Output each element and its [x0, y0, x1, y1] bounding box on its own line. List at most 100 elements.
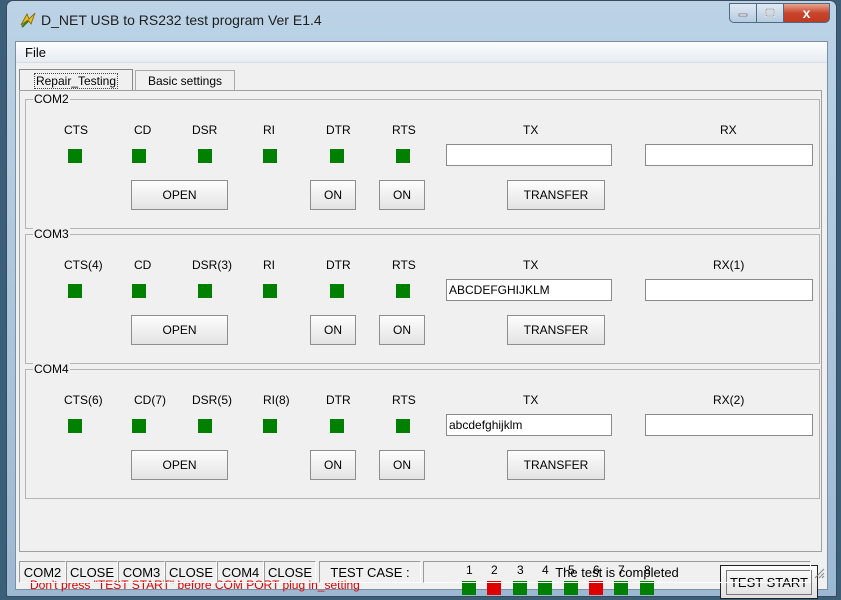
- minimize-button[interactable]: [729, 3, 757, 23]
- signal-label: DTR: [326, 123, 351, 137]
- tab-basic-settings-label: Basic settings: [147, 73, 223, 88]
- signal-label: DTR: [326, 258, 351, 272]
- test-led: [513, 581, 527, 595]
- test-led: [462, 581, 476, 595]
- status-led: [198, 284, 212, 298]
- com-group-1: COM2 CTS CD DSR RI DTR RTS TX RX OPEN ON ON TRANSFER: [25, 92, 820, 229]
- status-led: [263, 284, 277, 298]
- rx-label: RX(1): [713, 258, 745, 272]
- tab-basic-settings[interactable]: Basic settings: [135, 70, 235, 90]
- test-led: [589, 581, 603, 595]
- status-led: [132, 419, 146, 433]
- status-led: [330, 149, 344, 163]
- transfer-button[interactable]: TRANSFER: [507, 180, 605, 210]
- tab-repair-testing-label: Repair_Testing: [33, 72, 119, 89]
- signal-label: RTS: [392, 258, 416, 272]
- com-group-3: COM4 CTS(6) CD(7) DSR(5) RI(8) DTR RTS TX RX(2) a…: [25, 362, 820, 499]
- status-bar: COM2 CLOSE COM3 CLOSE COM4 CLOSE TEST CA…: [19, 561, 826, 583]
- dtr-on-button[interactable]: ON: [310, 180, 356, 210]
- test-led: [640, 581, 654, 595]
- resize-grip-icon[interactable]: [813, 567, 825, 579]
- tx-field[interactable]: abcdefghijklm: [446, 414, 612, 436]
- open-button[interactable]: OPEN: [131, 450, 228, 480]
- tx-label: TX: [523, 123, 539, 137]
- signal-label: DSR: [192, 123, 218, 137]
- signal-label: DSR(5): [192, 393, 233, 407]
- status-led: [198, 149, 212, 163]
- transfer-button[interactable]: TRANSFER: [507, 315, 605, 345]
- rx-label: RX: [720, 123, 737, 137]
- signal-label: RI(8): [263, 393, 290, 407]
- rts-on-button[interactable]: ON: [379, 450, 425, 480]
- window-title: D_NET USB to RS232 test program Ver E1.4: [41, 12, 322, 28]
- open-button[interactable]: OPEN: [131, 180, 228, 210]
- tx-label: TX: [523, 393, 539, 407]
- group-title: COM4: [33, 362, 70, 376]
- status-com4: COM4: [217, 561, 264, 583]
- signal-label: RTS: [392, 393, 416, 407]
- test-led: [487, 581, 501, 595]
- status-led: [132, 149, 146, 163]
- signal-label: CD(7): [134, 393, 166, 407]
- dtr-on-button[interactable]: ON: [310, 315, 356, 345]
- maximize-icon: [765, 8, 775, 17]
- status-led: [330, 284, 344, 298]
- transfer-button[interactable]: TRANSFER: [507, 450, 605, 480]
- menu-file[interactable]: File: [25, 45, 46, 60]
- status-com2: COM2: [19, 561, 66, 583]
- status-led: [68, 419, 82, 433]
- signal-label: DTR: [326, 393, 351, 407]
- rx-field[interactable]: [645, 144, 813, 166]
- signal-label: CD: [134, 258, 152, 272]
- signal-label: DSR(3): [192, 258, 233, 272]
- rx-label: RX(2): [713, 393, 745, 407]
- status-com3-state: CLOSE: [165, 561, 217, 583]
- group-title: COM3: [33, 227, 70, 241]
- open-button[interactable]: OPEN: [131, 315, 228, 345]
- maximize-button[interactable]: [757, 3, 784, 23]
- status-led: [396, 419, 410, 433]
- tx-label: TX: [523, 258, 539, 272]
- status-led: [132, 284, 146, 298]
- tx-field[interactable]: ABCDEFGHIJKLM: [446, 279, 612, 301]
- status-com2-state: CLOSE: [66, 561, 118, 583]
- rts-on-button[interactable]: ON: [379, 315, 425, 345]
- dtr-on-button[interactable]: ON: [310, 450, 356, 480]
- tab-repair-testing[interactable]: Repair_Testing: [19, 69, 133, 91]
- status-com3: COM3: [118, 561, 165, 583]
- signal-label: RTS: [392, 123, 416, 137]
- status-led: [396, 149, 410, 163]
- close-icon: x: [802, 5, 811, 21]
- rts-on-button[interactable]: ON: [379, 180, 425, 210]
- test-led: [538, 581, 552, 595]
- status-com4-state: CLOSE: [264, 561, 316, 583]
- signal-label: CD: [134, 123, 152, 137]
- tab-panel: COM2 CTS CD DSR RI DTR RTS TX RX OPEN ON ON TRANSFER…: [19, 90, 822, 599]
- group-title: COM2: [33, 92, 70, 106]
- status-message: The test is completed: [423, 561, 811, 583]
- minimize-icon: [738, 13, 748, 17]
- test-led: [564, 581, 578, 595]
- signal-label: RI: [263, 258, 275, 272]
- client-area: File Repair_Testing Basic settings COM2 C…: [15, 41, 828, 599]
- rx-field[interactable]: [645, 279, 813, 301]
- signal-label: CTS(4): [64, 258, 103, 272]
- status-led: [263, 419, 277, 433]
- signal-label: CTS: [64, 123, 88, 137]
- status-led: [68, 284, 82, 298]
- app-icon: [20, 12, 36, 28]
- status-test-case-label: TEST CASE :: [319, 561, 421, 583]
- title-bar[interactable]: D_NET USB to RS232 test program Ver E1.4…: [7, 1, 836, 39]
- rx-field[interactable]: [645, 414, 813, 436]
- signal-label: RI: [263, 123, 275, 137]
- signal-label: CTS(6): [64, 393, 103, 407]
- status-led: [330, 419, 344, 433]
- menu-bar: File: [16, 42, 827, 63]
- status-led: [396, 284, 410, 298]
- tx-field[interactable]: [446, 144, 612, 166]
- com-group-2: COM3 CTS(4) CD DSR(3) RI DTR RTS TX RX(1) ABCDEFG…: [25, 227, 820, 364]
- app-window: D_NET USB to RS232 test program Ver E1.4…: [6, 0, 837, 599]
- close-button[interactable]: x: [784, 3, 830, 23]
- status-led: [68, 149, 82, 163]
- status-led: [198, 419, 212, 433]
